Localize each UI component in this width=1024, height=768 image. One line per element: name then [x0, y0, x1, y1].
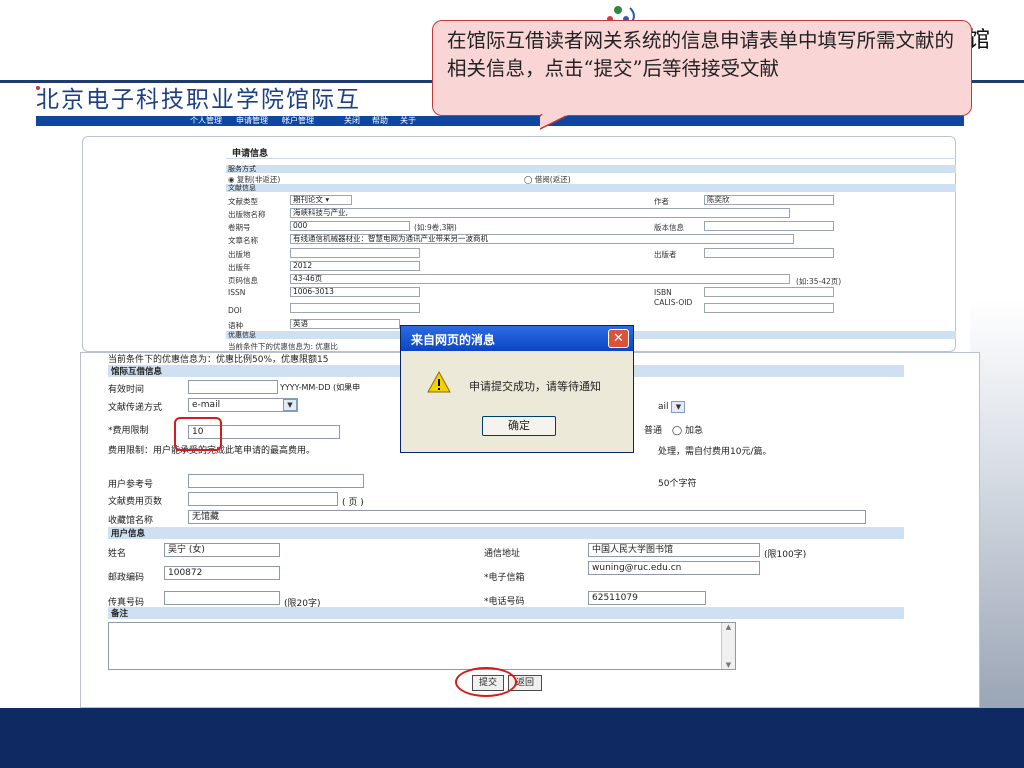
- publisher-input[interactable]: [704, 248, 834, 258]
- volume-input[interactable]: 000: [290, 221, 410, 231]
- doc-pages-unit: ( 页 ): [342, 498, 364, 508]
- author-label: 作者: [654, 197, 669, 206]
- holding-input[interactable]: 无馆藏: [188, 510, 866, 524]
- ok-button[interactable]: 确定: [482, 416, 556, 436]
- zip-label: 邮政编码: [108, 573, 145, 583]
- remarks-header: 备注: [108, 607, 904, 619]
- site-title: 北京电子科技职业学院馆际互: [36, 87, 361, 113]
- ref-label: 用户参考号: [108, 480, 154, 490]
- valid-time-label: 有效时间: [108, 385, 145, 395]
- publisher-label: 出版者: [654, 250, 677, 259]
- year-label: 出版年: [228, 263, 251, 272]
- nav-close[interactable]: 关闭: [344, 115, 360, 126]
- nav-personal[interactable]: 个人管理: [190, 115, 222, 126]
- place-input[interactable]: [290, 248, 420, 258]
- place-label: 出版地: [228, 250, 251, 259]
- calis-label: CALIS-OID: [654, 298, 693, 307]
- doc-type-select[interactable]: 期刊论文 ▾: [290, 195, 352, 205]
- dialog-titlebar: 来自网页的消息 ✕: [401, 326, 633, 351]
- volume-label: 卷期号: [228, 223, 251, 232]
- address-limit: (限100字): [764, 550, 807, 560]
- callout-tail: [540, 114, 570, 130]
- valid-time-input[interactable]: [188, 380, 278, 394]
- user-info-header: 用户信息: [108, 527, 904, 539]
- priority-normal-radio[interactable]: 普通: [644, 423, 662, 436]
- doi-label: DOI: [228, 306, 242, 315]
- address-label: 通信地址: [484, 549, 521, 559]
- fee-label: *费用限制: [108, 426, 149, 436]
- fee-highlight-marker: [174, 417, 222, 451]
- dialog-title: 来自网页的消息: [411, 333, 496, 347]
- edition-input[interactable]: [704, 221, 834, 231]
- fax-input[interactable]: [164, 591, 280, 605]
- name-label: 姓名: [108, 549, 127, 559]
- alert-dialog: 来自网页的消息 ✕ 申请提交成功，请等待通知 确定: [400, 325, 634, 453]
- doc-pages-input[interactable]: [188, 492, 338, 506]
- pages-hint: (如:35-42页): [796, 277, 842, 286]
- delivery-label: 文献传递方式: [108, 403, 163, 413]
- nav-about[interactable]: 关于: [400, 115, 416, 126]
- calis-input[interactable]: [704, 303, 834, 313]
- email-label: *电子信箱: [484, 573, 525, 583]
- instruction-callout: 在馆际互借读者网关系统的信息申请表单中填写所需文献的相关信息，点击“提交”后等待…: [432, 20, 972, 116]
- submit-highlight-marker: [455, 667, 517, 697]
- remarks-textarea[interactable]: ▲ ▼: [108, 622, 736, 670]
- doi-input[interactable]: [290, 303, 420, 313]
- year-input[interactable]: 2012: [290, 261, 420, 271]
- service-mode-header: 服务方式: [226, 165, 956, 173]
- doc-info-header: 文献信息: [226, 184, 956, 192]
- phone-input[interactable]: 62511079: [588, 591, 706, 605]
- pub-name-label: 出版物名称: [228, 210, 266, 219]
- email-input[interactable]: wuning@ruc.edu.cn: [588, 561, 760, 575]
- main-nav-bar: 个人管理 申请管理 帐户管理 关闭 帮助 关于: [36, 116, 964, 126]
- close-icon[interactable]: ✕: [608, 329, 629, 348]
- issn-input[interactable]: 1006-3013: [290, 287, 420, 297]
- nav-account[interactable]: 帐户管理: [282, 115, 314, 126]
- pages-label: 页码信息: [228, 276, 258, 285]
- language-input[interactable]: 英语: [290, 319, 400, 329]
- doc-type-label: 文献类型: [228, 197, 258, 206]
- discount-line: 当前条件下的优惠信息为：优惠比例50%，优惠限额15: [108, 355, 329, 365]
- priority-urgent-radio[interactable]: ◯ 加急: [672, 423, 703, 436]
- pages-input[interactable]: 43-46页: [290, 274, 790, 284]
- phone-label: *电话号码: [484, 597, 525, 607]
- pub-name-input[interactable]: 海峡科技与产业,: [290, 208, 790, 218]
- remarks-scrollbar[interactable]: ▲ ▼: [721, 623, 735, 669]
- edition-label: 版本信息: [654, 223, 684, 232]
- nav-requests[interactable]: 申请管理: [236, 115, 268, 126]
- delivery-select-right[interactable]: ail ▼: [658, 401, 686, 413]
- doc-pages-label: 文献费用页数: [108, 497, 163, 507]
- author-input[interactable]: 陈奕欣: [704, 195, 834, 205]
- article-label: 文章名称: [228, 236, 258, 245]
- article-input[interactable]: 有线通信机械器材业：智慧电网为通讯产业带来另一波商机: [290, 234, 794, 244]
- valid-time-hint: YYYY-MM-DD (如果申: [280, 383, 361, 392]
- fee-note-right: 处理，需自付费用10元/篇。: [658, 447, 772, 457]
- zip-input[interactable]: 100872: [164, 566, 280, 580]
- delivery-select[interactable]: e-mail ▼: [188, 398, 298, 412]
- slide-bottom-band: [0, 708, 1024, 768]
- holding-label: 收藏馆名称: [108, 516, 154, 526]
- warning-icon: [427, 370, 451, 393]
- isbn-label: ISBN: [654, 288, 672, 297]
- address-input[interactable]: 中国人民大学图书馆: [588, 543, 760, 557]
- isbn-input[interactable]: [704, 287, 834, 297]
- issn-label: ISSN: [228, 288, 246, 297]
- dialog-message: 申请提交成功，请等待通知: [469, 380, 601, 393]
- nav-help[interactable]: 帮助: [372, 115, 388, 126]
- ref-input[interactable]: [188, 474, 364, 488]
- discount-text-upper: 当前条件下的优惠信息为: 优惠比: [228, 342, 338, 351]
- divider: [226, 158, 956, 159]
- ref-note: 50个字符: [658, 479, 697, 489]
- name-input[interactable]: 吴宁 (女): [164, 543, 280, 557]
- volume-hint: (如:9卷,3期): [414, 223, 457, 232]
